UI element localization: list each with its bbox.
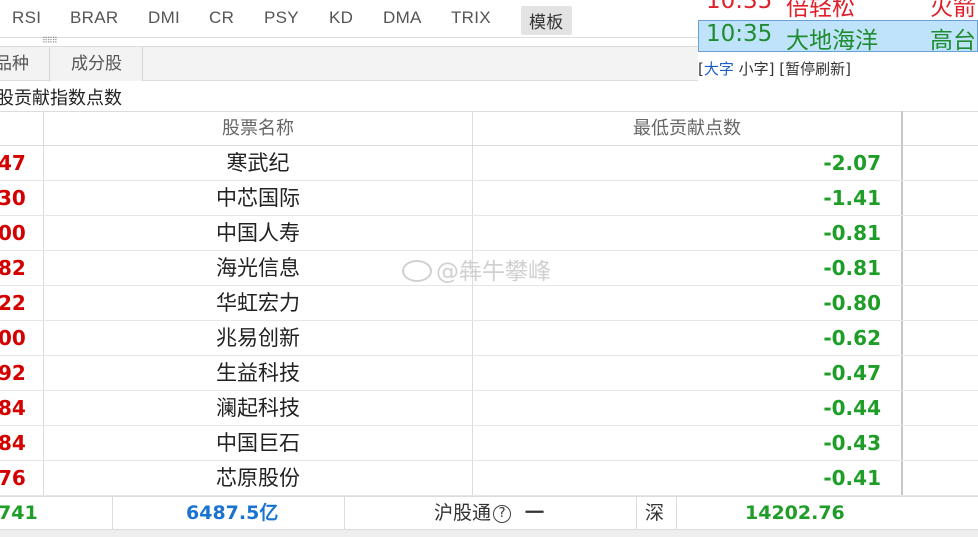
lead-value: 30	[0, 186, 26, 210]
stat-divider	[112, 497, 113, 530]
live-ticker: 10:35 倍轻松 火箭 10:35 大地海洋 高台 [大字 小字] [暂停刷新…	[698, 0, 978, 84]
resize-grip-icon[interactable]: ⠿⠿⠿	[42, 37, 58, 45]
table-row[interactable]: 47 寒武纪 -2.07	[0, 146, 978, 181]
help-icon[interactable]: ?	[493, 505, 512, 523]
contribution-points: -2.07	[823, 151, 881, 175]
stock-name: 寒武纪	[226, 151, 290, 175]
tab-cr[interactable]: CR	[209, 8, 234, 28]
lead-value: 76	[0, 466, 26, 490]
stock-name: 中芯国际	[216, 186, 300, 210]
table-row[interactable]: 30 中芯国际 -1.41	[0, 181, 978, 216]
ticker-tag: 火箭	[930, 0, 976, 18]
stock-name: 澜起科技	[216, 396, 300, 420]
stat-divider	[676, 497, 677, 530]
stat-value: 741	[0, 502, 38, 524]
ticker-controls: [大字 小字] [暂停刷新]	[698, 60, 852, 78]
table-row[interactable]: 84 中国巨石 -0.43	[0, 426, 978, 461]
contribution-points: -0.81	[823, 256, 881, 280]
tab-psy[interactable]: PSY	[264, 8, 299, 28]
stat-divider	[344, 497, 345, 530]
column-header-stock-name[interactable]: 股票名称	[44, 112, 472, 146]
stat-divider	[636, 497, 637, 530]
contribution-points: -0.47	[823, 361, 881, 385]
stock-name: 中国巨石	[216, 431, 300, 455]
news-scroll-strip[interactable]	[0, 530, 978, 537]
contribution-points: -0.41	[823, 466, 881, 490]
lead-value: 47	[0, 151, 26, 175]
section-title: 股贡献指数点数	[0, 88, 122, 109]
ticker-time: 10:35	[706, 21, 773, 47]
small-font-link[interactable]: 小字	[739, 60, 769, 78]
ticker-stock-name: 大地海洋	[786, 28, 878, 52]
tab-rsi[interactable]: RSI	[12, 8, 41, 28]
tab-kd[interactable]: KD	[329, 8, 353, 28]
lead-value: 00	[0, 221, 26, 245]
lead-value: 82	[0, 256, 26, 280]
ticker-time: 10:35	[706, 0, 773, 14]
ticker-stock-name: 倍轻松	[786, 0, 855, 18]
table-row[interactable]: 92 生益科技 -0.47	[0, 356, 978, 391]
hgt-label: 沪股通?	[434, 497, 512, 530]
lead-value: 00	[0, 326, 26, 350]
table-row[interactable]: 82 海光信息 -0.81	[0, 251, 978, 286]
ticker-row[interactable]: 10:35 倍轻松 火箭	[698, 0, 978, 18]
table-row[interactable]: 76 芯原股份 -0.41	[0, 461, 978, 496]
ticker-row-selected[interactable]: 10:35 大地海洋 高台	[698, 20, 978, 52]
lead-value: 84	[0, 396, 26, 420]
tab-dmi[interactable]: DMI	[148, 8, 180, 28]
stock-name: 生益科技	[216, 361, 300, 385]
contribution-points: -0.80	[823, 291, 881, 315]
tab-template[interactable]: 模板	[521, 6, 572, 35]
column-header-points[interactable]: 最低贡献点数	[473, 112, 901, 146]
table-row[interactable]: 84 澜起科技 -0.44	[0, 391, 978, 426]
large-font-link[interactable]: 大字	[704, 60, 734, 78]
indicator-tab-bar: RSI BRAR DMI CR PSY KD DMA TRIX 模板	[0, 0, 700, 38]
sub-tab-bar: 品种 成分股	[0, 46, 698, 81]
contribution-points: -0.43	[823, 431, 881, 455]
contribution-points: -1.41	[823, 186, 881, 210]
tab-constituents[interactable]: 成分股	[51, 47, 143, 81]
tab-brar[interactable]: BRAR	[70, 8, 118, 28]
tab-dma[interactable]: DMA	[383, 8, 422, 28]
pause-refresh-link[interactable]: 暂停刷新	[785, 60, 845, 78]
table-header: 股票名称 最低贡献点数	[0, 111, 978, 146]
stock-name: 海光信息	[216, 256, 300, 280]
contribution-points: -0.81	[823, 221, 881, 245]
tab-trix[interactable]: TRIX	[451, 8, 491, 28]
market-stats-bar: 741 6487.5亿 沪股通? 一 深 14202.76	[0, 496, 978, 530]
table-row[interactable]: 00 兆易创新 -0.62	[0, 321, 978, 356]
sz-label: 深	[645, 502, 665, 524]
tab-variety[interactable]: 品种	[0, 47, 50, 81]
hgt-value: 一	[525, 502, 545, 524]
stock-name: 芯原股份	[216, 466, 300, 490]
stock-name: 华虹宏力	[216, 291, 300, 315]
stock-name: 中国人寿	[216, 221, 300, 245]
table-row[interactable]: 22 华虹宏力 -0.80	[0, 286, 978, 321]
contribution-points: -0.44	[823, 396, 881, 420]
contribution-points: -0.62	[823, 326, 881, 350]
stock-name: 兆易创新	[216, 326, 300, 350]
table-row[interactable]: 00 中国人寿 -0.81	[0, 216, 978, 251]
sz-value: 14202.76	[745, 502, 845, 524]
ticker-tag: 高台	[930, 28, 976, 52]
lead-value: 84	[0, 431, 26, 455]
lead-value: 22	[0, 291, 26, 315]
turnover-value: 6487.5亿	[186, 502, 279, 524]
lead-value: 92	[0, 361, 26, 385]
